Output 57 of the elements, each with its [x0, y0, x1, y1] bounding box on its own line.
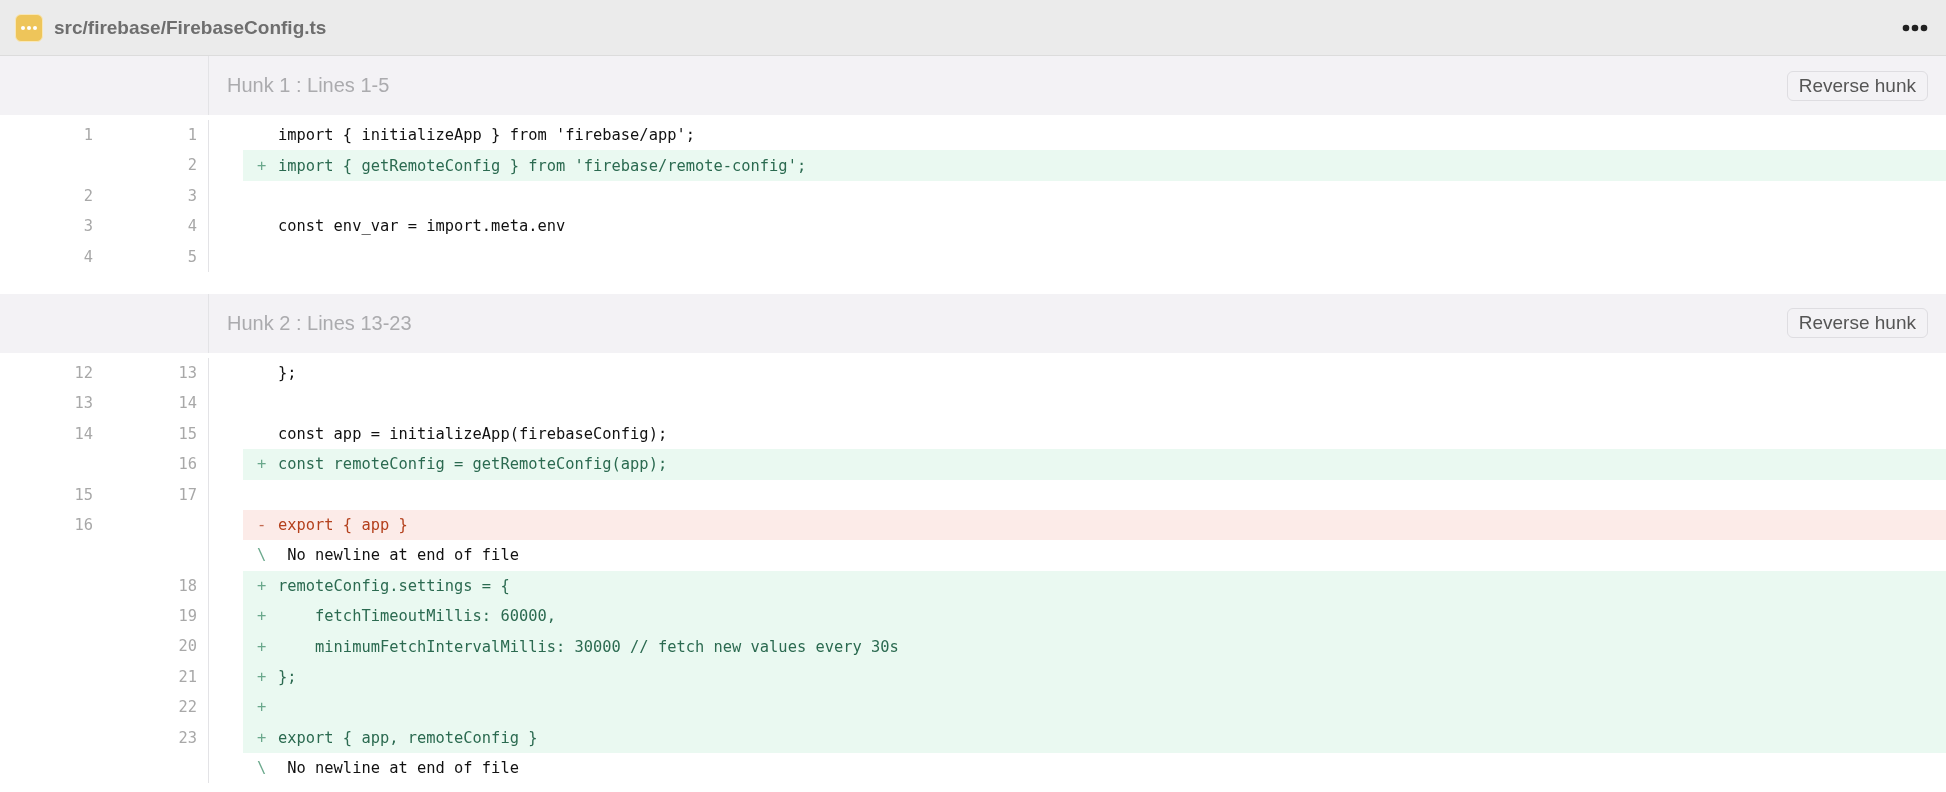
code-text: export { app }	[278, 516, 408, 535]
code-text: export { app, remoteConfig }	[278, 728, 538, 747]
diff-marker: \	[257, 546, 267, 565]
code-text: import { getRemoteConfig } from 'firebase/remote-config';	[278, 156, 807, 175]
diff-marker: +	[257, 607, 267, 626]
line-number: 16	[74, 515, 93, 534]
reverse-hunk-button[interactable]: Reverse hunk	[1786, 308, 1928, 339]
line-number: 1	[187, 126, 197, 144]
line-number: 4	[187, 217, 197, 236]
diff-marker: +	[257, 576, 267, 595]
diff-marker: +	[257, 728, 267, 747]
diff-marker: +	[257, 455, 267, 474]
line-number: 2	[187, 156, 197, 175]
line-number: 16	[178, 455, 197, 474]
code-text: No newline at end of file	[287, 546, 519, 565]
reverse-hunk-button[interactable]: Reverse hunk	[1786, 70, 1928, 101]
line-number: 21	[178, 667, 197, 686]
code-text: remoteConfig.settings = {	[278, 576, 510, 595]
code-text: const app = initializeApp(firebaseConfig);	[278, 424, 668, 443]
line-number: 14	[178, 394, 197, 413]
line-number: 2	[83, 186, 93, 205]
line-number: 19	[178, 607, 197, 626]
diff-marker: +	[257, 637, 267, 656]
hunk-title: Hunk 2 : Lines 13-23	[227, 311, 412, 335]
code-text: fetchTimeoutMillis: 60000,	[314, 607, 556, 626]
diff-marker: +	[257, 668, 267, 687]
line-number: 15	[74, 485, 93, 504]
diff-marker: -	[257, 516, 267, 535]
line-number: 14	[74, 424, 93, 443]
diff-marker: \	[257, 759, 267, 778]
hunk-title: Hunk 1 : Lines 1-5	[227, 74, 390, 97]
code-text: import { initializeApp } from 'firebase/app';	[278, 126, 695, 145]
code-text: const remoteConfig = getRemoteConfig(app);	[278, 455, 668, 474]
diff-marker: +	[257, 156, 267, 175]
file-path: src/firebase/FirebaseConfig.ts	[54, 16, 327, 39]
code-text: };	[278, 364, 297, 383]
code-text: minimumFetchIntervalMillis: 30000 // fetch new values every 30s	[314, 637, 899, 656]
line-number: 3	[187, 186, 197, 205]
line-number: 18	[178, 576, 197, 595]
code-text: const env_var = import.meta.env	[278, 217, 566, 236]
line-number: 12	[74, 363, 93, 382]
line-number: 17	[178, 485, 197, 504]
code-text: No newline at end of file	[287, 759, 519, 778]
line-number: 3	[83, 217, 93, 236]
line-number: 22	[178, 698, 197, 717]
line-number: 15	[178, 424, 197, 443]
line-number: 20	[178, 637, 197, 656]
more-icon[interactable]	[1902, 23, 1928, 32]
line-number: 4	[83, 247, 93, 266]
line-number: 13	[74, 394, 93, 413]
line-number: 13	[178, 363, 197, 382]
diff-marker: +	[257, 698, 267, 717]
line-number: 1	[83, 126, 93, 144]
file-icon	[15, 13, 43, 42]
code-text: };	[278, 668, 297, 687]
line-number: 5	[187, 247, 197, 266]
line-number: 23	[178, 728, 197, 747]
